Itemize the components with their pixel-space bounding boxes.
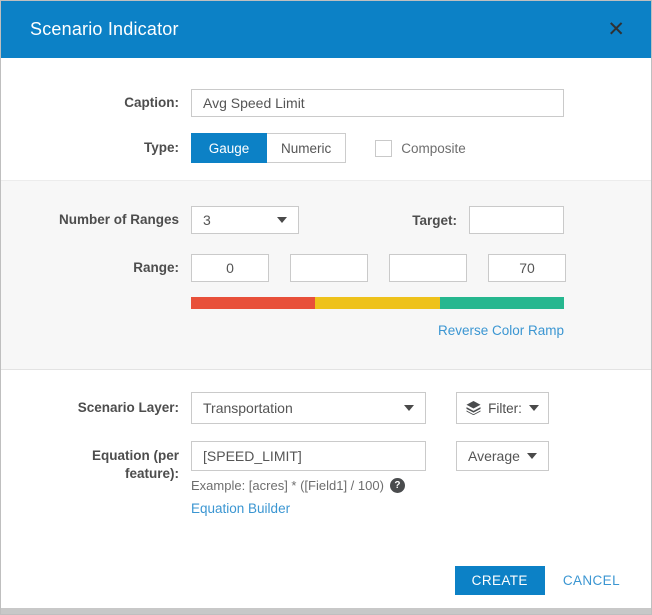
ramp-segment-green: [440, 297, 564, 309]
caption-input[interactable]: [191, 89, 564, 117]
range-row: Range:: [1, 254, 651, 282]
dialog-footer: CREATE CANCEL: [1, 566, 651, 595]
range-inputs: [191, 254, 566, 282]
dialog-bottom-shadow: [1, 608, 651, 614]
type-row: Type: Gauge Numeric Composite: [1, 133, 651, 163]
target-input[interactable]: [469, 206, 564, 234]
range-input-1[interactable]: [191, 254, 269, 282]
equation-row: Equation (per feature): Example: [acres]…: [1, 441, 651, 518]
color-ramp: [191, 297, 564, 309]
number-ranges-select[interactable]: 3: [191, 206, 299, 234]
filter-label: Filter:: [488, 401, 522, 416]
dialog-header: Scenario Indicator ✕: [1, 1, 651, 58]
type-gauge-button[interactable]: Gauge: [191, 133, 267, 163]
type-numeric-button[interactable]: Numeric: [267, 133, 346, 163]
chevron-down-icon: [404, 405, 414, 411]
reverse-ramp-row: Reverse Color Ramp: [1, 322, 651, 340]
scenario-indicator-dialog: Scenario Indicator ✕ Caption: Type: Gaug…: [0, 0, 652, 615]
help-icon[interactable]: ?: [390, 478, 405, 493]
equation-input[interactable]: [191, 441, 426, 471]
range-input-3[interactable]: [389, 254, 467, 282]
range-input-2[interactable]: [290, 254, 368, 282]
equation-example-text: Example: [acres] * ([Field1] / 100): [191, 478, 384, 493]
composite-checkbox[interactable]: [375, 140, 392, 157]
reverse-color-ramp-link[interactable]: Reverse Color Ramp: [438, 323, 564, 338]
caption-label: Caption:: [1, 94, 179, 112]
aggregation-select[interactable]: Average: [456, 441, 549, 471]
ranges-panel: Number of Ranges 3 Target: Range:: [1, 180, 651, 370]
cancel-button[interactable]: CANCEL: [563, 573, 620, 588]
chevron-down-icon: [527, 453, 537, 459]
aggregation-value: Average: [468, 448, 527, 464]
number-ranges-row: Number of Ranges 3 Target:: [1, 206, 651, 234]
chevron-down-icon: [529, 405, 539, 411]
target-label: Target:: [412, 213, 457, 228]
type-toggle: Gauge Numeric: [191, 133, 346, 163]
filter-button[interactable]: Filter:: [456, 392, 549, 424]
ramp-segment-red: [191, 297, 315, 309]
equation-label: Equation (per feature):: [1, 441, 179, 483]
scenario-layer-row: Scenario Layer: Transportation Filter:: [1, 392, 651, 424]
close-icon[interactable]: ✕: [603, 17, 629, 42]
type-label: Type:: [1, 139, 179, 157]
chevron-down-icon: [277, 217, 287, 223]
scenario-layer-label: Scenario Layer:: [1, 399, 179, 417]
dialog-title: Scenario Indicator: [30, 19, 603, 40]
color-ramp-row: [1, 297, 651, 309]
create-button[interactable]: CREATE: [455, 566, 545, 595]
ramp-segment-yellow: [315, 297, 439, 309]
number-ranges-label: Number of Ranges: [1, 211, 179, 229]
composite-option: Composite: [375, 140, 466, 157]
general-section: Caption: Type: Gauge Numeric Composite: [1, 58, 651, 180]
caption-row: Caption:: [1, 89, 651, 117]
target-group: Target:: [412, 206, 564, 234]
range-input-4[interactable]: [488, 254, 566, 282]
range-label: Range:: [1, 259, 179, 277]
number-ranges-value: 3: [203, 212, 277, 228]
composite-label: Composite: [401, 141, 466, 156]
equation-field-area: Example: [acres] * ([Field1] / 100) ? Eq…: [191, 441, 426, 518]
layers-icon: [466, 401, 481, 415]
scenario-layer-value: Transportation: [203, 400, 404, 416]
equation-builder-link[interactable]: Equation Builder: [191, 501, 290, 516]
layer-section: Scenario Layer: Transportation Filter:: [1, 370, 651, 518]
equation-example: Example: [acres] * ([Field1] / 100) ?: [191, 478, 426, 493]
scenario-layer-select[interactable]: Transportation: [191, 392, 426, 424]
